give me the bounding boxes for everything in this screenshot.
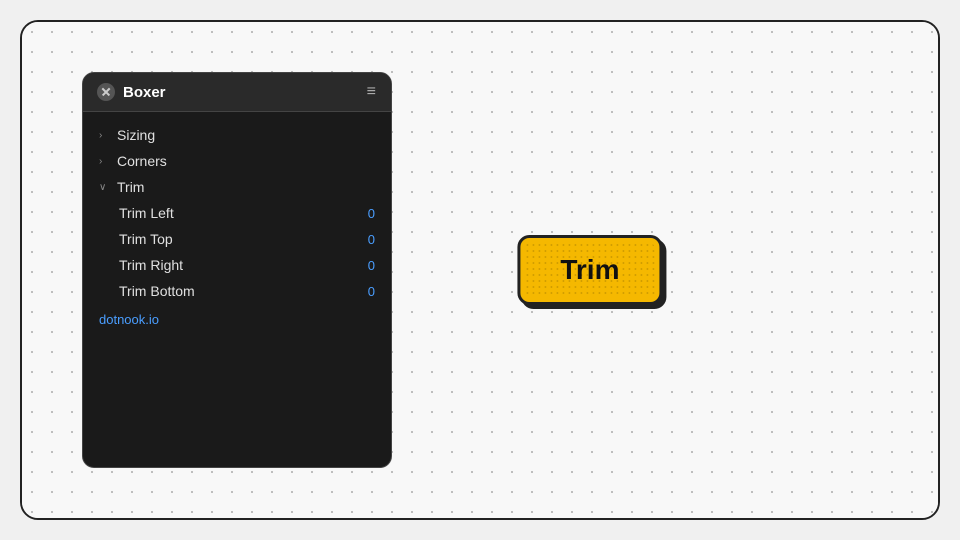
trim-right-left: Trim Right (119, 257, 183, 273)
close-button[interactable] (97, 83, 115, 101)
arrow-icon-sizing: › (99, 130, 111, 141)
main-frame: Boxer ≡ › Sizing › Corners ∨ Trim (20, 20, 940, 520)
trim-right-value[interactable]: 0 (368, 258, 375, 273)
footer-link[interactable]: dotnook.io (83, 304, 391, 335)
trim-left-label: Trim Left (119, 205, 174, 221)
trim-bottom-value[interactable]: 0 (368, 284, 375, 299)
panel-header-left: Boxer (97, 83, 166, 101)
trim-label: Trim (117, 179, 144, 195)
tree-item-trim-top[interactable]: Trim Top 0 (83, 226, 391, 252)
tree-item-trim-left[interactable]: Trim Left 0 (83, 200, 391, 226)
arrow-icon-corners: › (99, 156, 111, 167)
tree-item-sizing[interactable]: › Sizing (83, 122, 391, 148)
menu-icon[interactable]: ≡ (367, 83, 377, 101)
trim-top-value[interactable]: 0 (368, 232, 375, 247)
panel-header: Boxer ≡ (83, 73, 391, 112)
trim-top-left: Trim Top (119, 231, 173, 247)
sizing-label: Sizing (117, 127, 155, 143)
trim-bottom-left: Trim Bottom (119, 283, 195, 299)
tree-item-trim-right[interactable]: Trim Right 0 (83, 252, 391, 278)
panel-title: Boxer (123, 84, 166, 101)
trim-button-container: Trim (517, 235, 662, 305)
trim-canvas-button[interactable]: Trim (517, 235, 662, 305)
trim-left-value[interactable]: 0 (368, 206, 375, 221)
tree-item-corners[interactable]: › Corners (83, 148, 391, 174)
trim-left-left: Trim Left (119, 205, 174, 221)
boxer-panel: Boxer ≡ › Sizing › Corners ∨ Trim (82, 72, 392, 468)
panel-body: › Sizing › Corners ∨ Trim Trim Left 0 (83, 112, 391, 345)
arrow-icon-trim: ∨ (99, 182, 111, 193)
trim-bottom-label: Trim Bottom (119, 283, 195, 299)
corners-label: Corners (117, 153, 167, 169)
tree-item-trim[interactable]: ∨ Trim (83, 174, 391, 200)
tree-item-trim-bottom[interactable]: Trim Bottom 0 (83, 278, 391, 304)
trim-right-label: Trim Right (119, 257, 183, 273)
trim-top-label: Trim Top (119, 231, 173, 247)
